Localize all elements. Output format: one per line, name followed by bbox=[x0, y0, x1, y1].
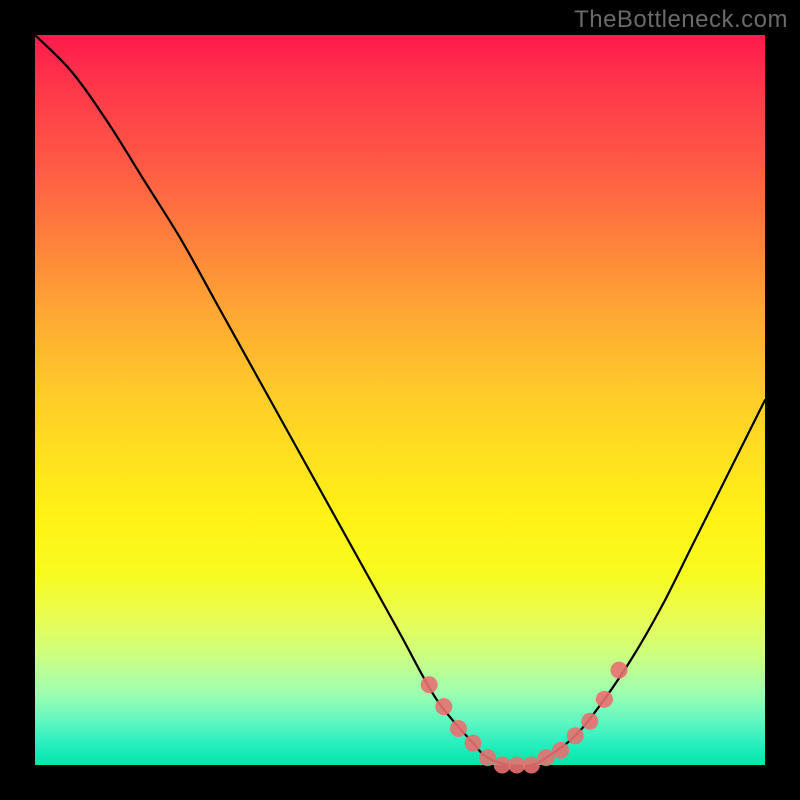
marker-dot bbox=[494, 757, 511, 774]
marker-dot bbox=[465, 735, 482, 752]
marker-dot bbox=[581, 713, 598, 730]
marker-dot bbox=[508, 757, 525, 774]
chart-svg bbox=[35, 35, 765, 765]
marker-dot bbox=[479, 749, 496, 766]
marker-dot bbox=[421, 676, 438, 693]
marker-dot bbox=[567, 727, 584, 744]
marker-dot bbox=[552, 742, 569, 759]
marker-dot bbox=[611, 662, 628, 679]
marker-dot bbox=[596, 691, 613, 708]
marker-dot bbox=[538, 749, 555, 766]
bottleneck-curve bbox=[35, 35, 765, 766]
marker-dot bbox=[450, 720, 467, 737]
chart-frame: TheBottleneck.com bbox=[0, 0, 800, 800]
watermark-text: TheBottleneck.com bbox=[574, 6, 788, 34]
marker-dot bbox=[523, 757, 540, 774]
marker-dot bbox=[435, 698, 452, 715]
